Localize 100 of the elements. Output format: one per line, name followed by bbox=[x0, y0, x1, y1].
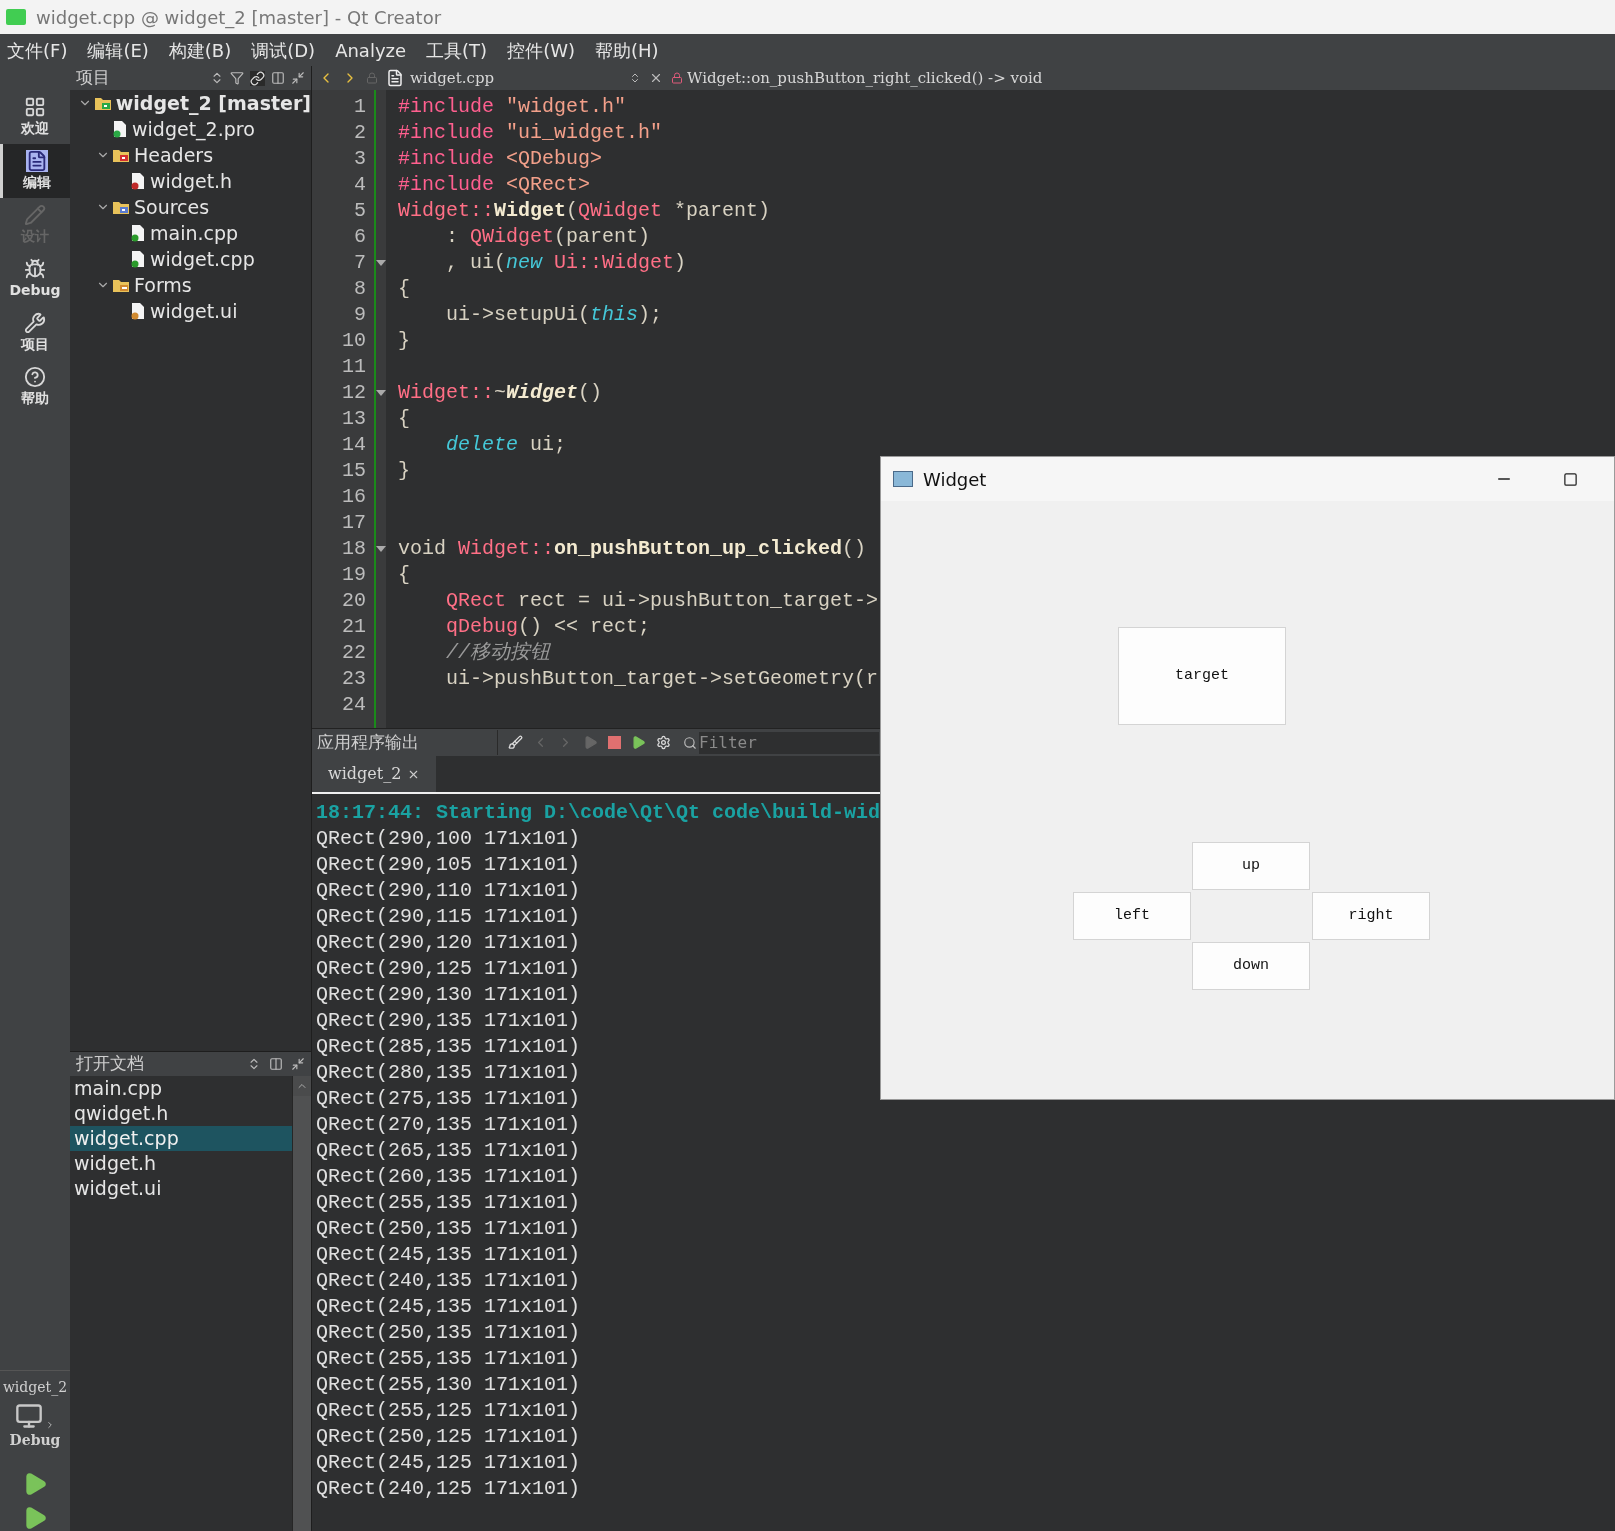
output-line: QRect(240,135 171x101) bbox=[316, 1268, 581, 1294]
code-line: qDebug() << rect; bbox=[445, 615, 651, 638]
output-line: QRect(290,100 171x101) bbox=[316, 826, 581, 852]
document-item[interactable]: qwidget.h bbox=[70, 1101, 292, 1126]
link-icon[interactable] bbox=[250, 70, 265, 86]
scrollbar[interactable] bbox=[292, 1076, 311, 1531]
dropdown-arrows-icon[interactable] bbox=[247, 1057, 261, 1071]
output-line: QRect(255,135 171x101) bbox=[316, 1346, 581, 1372]
mode-button[interactable]: 帮助 bbox=[0, 360, 70, 414]
file-icon bbox=[130, 224, 146, 242]
output-line: QRect(250,135 171x101) bbox=[316, 1216, 581, 1242]
folder-icon bbox=[112, 277, 130, 293]
line-number: 9 bbox=[353, 302, 367, 328]
pane-title: 打开文档 bbox=[76, 1052, 145, 1076]
output-line: QRect(275,135 171x101) bbox=[316, 1086, 581, 1112]
line-number: 4 bbox=[353, 172, 367, 198]
filter-icon[interactable] bbox=[230, 71, 244, 85]
code-line: #include "ui_widget.h" bbox=[398, 121, 663, 144]
dropdown-arrows-icon bbox=[629, 72, 641, 84]
output-line: QRect(290,120 171x101) bbox=[316, 930, 581, 956]
pencil-icon bbox=[24, 203, 46, 226]
push-button[interactable]: left bbox=[1073, 892, 1191, 940]
code-line: delete ui; bbox=[445, 433, 567, 456]
output-line: QRect(290,135 171x101) bbox=[316, 1008, 581, 1034]
output-line: QRect(290,125 171x101) bbox=[316, 956, 581, 982]
line-number: 12 bbox=[341, 380, 367, 406]
code-line: #include <QDebug> bbox=[398, 147, 603, 170]
mode-button[interactable]: 项目 bbox=[0, 306, 70, 360]
file-icon bbox=[130, 302, 146, 320]
close-pane-icon[interactable] bbox=[291, 1057, 305, 1071]
split-icon[interactable] bbox=[269, 1057, 283, 1071]
output-line: QRect(265,135 171x101) bbox=[316, 1138, 581, 1164]
document-item[interactable]: main.cpp bbox=[70, 1076, 292, 1101]
window-app-icon bbox=[893, 471, 913, 487]
line-number: 20 bbox=[341, 588, 367, 614]
kit-build-label: Debug bbox=[9, 1431, 61, 1450]
fold-arrow-icon[interactable] bbox=[376, 546, 386, 552]
pane-title: 项目 bbox=[76, 66, 111, 90]
menu-item[interactable]: Analyze bbox=[332, 36, 410, 64]
code-line: ui->setupUi(this); bbox=[445, 303, 663, 326]
close-icon[interactable] bbox=[649, 71, 663, 85]
fold-arrow-icon[interactable] bbox=[376, 260, 386, 266]
line-number: 24 bbox=[341, 692, 367, 718]
fold-arrow-icon[interactable] bbox=[376, 390, 386, 396]
filter-field[interactable]: Filter bbox=[699, 731, 879, 754]
code-line: { bbox=[398, 277, 410, 300]
file-selector[interactable]: widget.cpp bbox=[386, 66, 641, 90]
line-number: 13 bbox=[341, 406, 367, 432]
mode-button[interactable]: 编辑 bbox=[0, 144, 70, 198]
push-button[interactable]: right bbox=[1312, 892, 1430, 940]
symbol-selector[interactable]: Widget::on_pushButton_right_clicked() -> void bbox=[671, 66, 1043, 90]
menu-item[interactable]: 文件(F) bbox=[4, 36, 71, 64]
push-button[interactable]: down bbox=[1192, 942, 1310, 990]
kit-selector[interactable] bbox=[15, 1402, 55, 1430]
split-icon[interactable] bbox=[271, 71, 285, 85]
line-number: 19 bbox=[341, 562, 367, 588]
output-line: QRect(255,135 171x101) bbox=[316, 1190, 581, 1216]
line-number: 16 bbox=[341, 484, 367, 510]
settings-icon[interactable] bbox=[656, 735, 671, 750]
mode-button[interactable]: 欢迎 bbox=[0, 90, 70, 144]
code-line: //移动按钮 bbox=[445, 641, 550, 664]
code-line: Widget::~Widget() bbox=[398, 381, 603, 404]
output-line: QRect(280,135 171x101) bbox=[316, 1060, 581, 1086]
monitor-icon bbox=[15, 1402, 43, 1430]
menu-item[interactable]: 构建(B) bbox=[165, 36, 235, 64]
clear-icon[interactable] bbox=[508, 735, 523, 750]
document-item[interactable]: widget.h bbox=[70, 1151, 292, 1176]
line-number: 23 bbox=[341, 666, 367, 692]
menu-item[interactable]: 帮助(H) bbox=[591, 36, 662, 64]
menu-item[interactable]: 编辑(E) bbox=[84, 36, 152, 64]
menu-item[interactable]: 调试(D) bbox=[248, 36, 319, 64]
line-number: 2 bbox=[353, 120, 367, 146]
lock-icon bbox=[671, 72, 683, 84]
output-line: QRect(285,135 171x101) bbox=[316, 1034, 581, 1060]
document-item[interactable]: widget.cpp bbox=[70, 1126, 292, 1151]
rerun-icon[interactable] bbox=[631, 735, 646, 750]
bug-icon bbox=[24, 257, 46, 280]
code-line: } bbox=[398, 329, 410, 352]
code-line: { bbox=[398, 563, 410, 586]
line-number: 14 bbox=[341, 432, 367, 458]
line-number: 21 bbox=[341, 614, 367, 640]
line-number: 1 bbox=[353, 94, 367, 120]
push-button[interactable]: target bbox=[1118, 627, 1286, 725]
output-line: QRect(290,115 171x101) bbox=[316, 904, 581, 930]
document-item[interactable]: widget.ui bbox=[70, 1176, 292, 1201]
wrench-icon bbox=[24, 311, 46, 334]
push-button[interactable]: up bbox=[1192, 842, 1310, 890]
code-line: , ui(new Ui::Widget) bbox=[445, 251, 687, 274]
maximize-button[interactable] bbox=[1563, 471, 1578, 487]
code-line: } bbox=[398, 459, 410, 482]
close-pane-icon[interactable] bbox=[291, 71, 305, 85]
line-number: 11 bbox=[341, 354, 367, 380]
mode-button[interactable]: Debug bbox=[0, 252, 70, 306]
menu-item[interactable]: 工具(T) bbox=[423, 36, 491, 64]
code-line: QRect rect = ui->pushButton_target-> bbox=[445, 589, 879, 612]
file-icon bbox=[130, 172, 146, 190]
output-line: QRect(255,125 171x101) bbox=[316, 1398, 581, 1424]
line-number: 6 bbox=[353, 224, 367, 250]
output-tab[interactable]: widget_2 bbox=[312, 756, 437, 792]
menu-item[interactable]: 控件(W) bbox=[504, 36, 578, 64]
